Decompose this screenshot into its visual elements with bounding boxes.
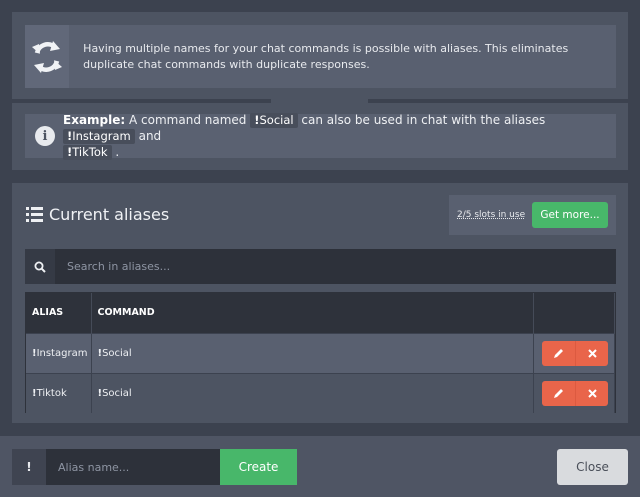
example-text-part: .: [115, 145, 120, 159]
edit-button[interactable]: [542, 340, 575, 366]
action-group: [542, 380, 614, 406]
close-icon: [587, 348, 597, 358]
delete-button[interactable]: [575, 340, 608, 366]
search-input[interactable]: [55, 249, 616, 284]
list-icon: [26, 207, 43, 222]
alias-name: TikTok: [72, 145, 108, 159]
pencil-icon: [554, 348, 563, 358]
divider-left: [12, 99, 271, 103]
command-name: Social: [259, 113, 294, 127]
command-chip: !Social: [250, 113, 298, 128]
close-button[interactable]: Close: [557, 449, 628, 485]
column-header-alias: ALIAS: [26, 293, 92, 333]
alias-cell: !Instagram: [26, 332, 92, 373]
aliases-table: ALIAS COMMAND !Instagram !Social !Tiktok…: [25, 292, 616, 413]
slots-usage[interactable]: 2/5 slots in use: [457, 210, 525, 220]
close-icon: [587, 389, 597, 398]
column-header-actions: [533, 293, 615, 333]
table-row: !Tiktok !Social: [26, 372, 615, 413]
actions-cell: [533, 332, 615, 373]
intro-icon-box: [25, 25, 70, 88]
alias-cell: !Tiktok: [26, 372, 92, 413]
example-label: Example:: [63, 113, 126, 127]
alias-chip: !Instagram: [63, 129, 135, 144]
example-text-part: A command named: [129, 113, 247, 127]
alias-chip: !TikTok: [63, 145, 112, 160]
example-box: i Example: A command named !Social can a…: [25, 112, 616, 160]
intro-banner: Having multiple names for your chat comm…: [25, 25, 616, 88]
alias-name: Instagram: [36, 347, 88, 359]
column-header-command: COMMAND: [91, 293, 534, 333]
search-bar: [25, 249, 616, 284]
divider-right: [368, 99, 628, 103]
delete-button[interactable]: [575, 380, 608, 406]
example-text-part: can also be used in chat with the aliase…: [301, 113, 546, 127]
command-name: Social: [102, 387, 132, 399]
command-cell: !Social: [91, 372, 534, 413]
pencil-icon: [554, 388, 563, 398]
search-icon: [25, 249, 55, 284]
alias-name: Tiktok: [36, 387, 67, 399]
alias-prefix: !: [12, 449, 46, 485]
example-text-part: and: [138, 129, 162, 143]
command-cell: !Social: [91, 332, 534, 373]
alias-name: Instagram: [72, 129, 131, 143]
example-text: Example: A command named !Social can als…: [63, 112, 616, 160]
create-button[interactable]: Create: [220, 449, 297, 485]
alias-name-input[interactable]: [46, 449, 220, 485]
intro-text: Having multiple names for your chat comm…: [83, 41, 569, 71]
aliases-header: Current aliases: [26, 205, 169, 224]
info-icon: i: [35, 126, 55, 146]
command-name: Social: [102, 347, 132, 359]
refresh-arrows-icon: [32, 40, 63, 73]
action-group: [542, 340, 614, 366]
table-row: !Instagram !Social: [26, 332, 615, 373]
get-more-button[interactable]: Get more...: [532, 202, 608, 228]
aliases-title: Current aliases: [49, 205, 170, 224]
table-header-row: ALIAS COMMAND: [26, 293, 615, 333]
edit-button[interactable]: [542, 380, 575, 406]
actions-cell: [533, 372, 615, 413]
